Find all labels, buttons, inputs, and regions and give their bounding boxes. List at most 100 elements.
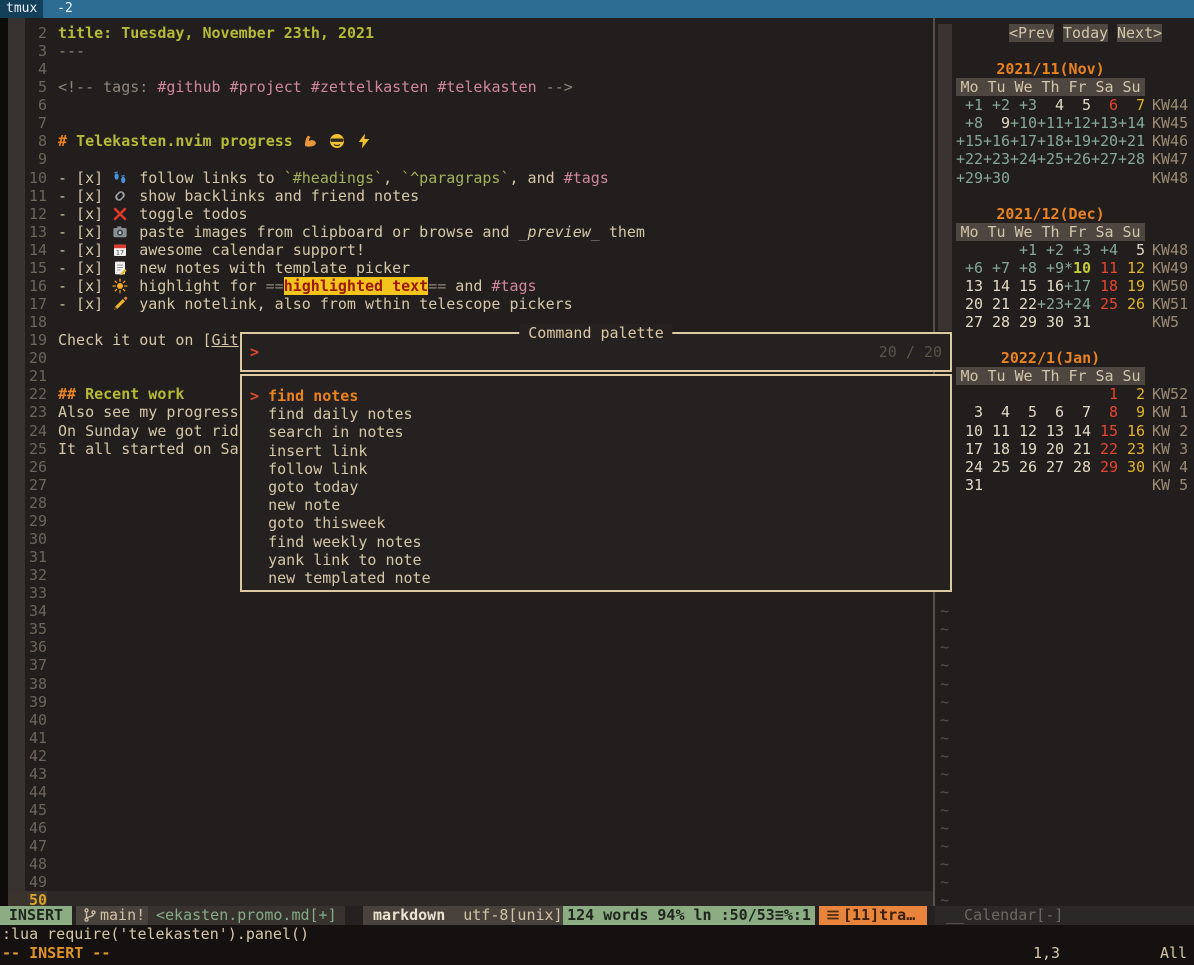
calendar-day[interactable]: 9 xyxy=(983,114,1010,132)
editor-line[interactable]: 41 xyxy=(8,729,933,747)
calendar-day[interactable]: +26 xyxy=(1064,150,1091,168)
calendar-day[interactable]: 30 xyxy=(1118,458,1145,476)
calendar-day[interactable]: 4 xyxy=(1037,96,1064,114)
palette-item[interactable]: > find notes xyxy=(242,387,950,405)
calendar-day[interactable]: 14 xyxy=(983,277,1010,295)
calendar-day[interactable]: 21 xyxy=(1064,440,1091,458)
palette-item[interactable]: find daily notes xyxy=(242,405,950,423)
calendar-day[interactable]: +2 xyxy=(1037,241,1064,259)
editor-line[interactable]: 43 xyxy=(8,765,933,783)
palette-item[interactable]: yank link to note xyxy=(242,551,950,569)
calendar-day[interactable]: 25 xyxy=(1091,295,1118,313)
palette-item[interactable]: new note xyxy=(242,496,950,514)
calendar-day[interactable]: 16 xyxy=(1037,277,1064,295)
calendar-day[interactable]: 21 xyxy=(983,295,1010,313)
editor-line[interactable]: 44 xyxy=(8,783,933,801)
calendar-day[interactable]: +3 xyxy=(1010,96,1037,114)
calendar-day[interactable]: +7 xyxy=(983,259,1010,277)
editor-line[interactable]: 46 xyxy=(8,819,933,837)
calendar-next-button[interactable]: Next> xyxy=(1117,24,1162,42)
calendar-day[interactable]: +8 xyxy=(1010,259,1037,277)
editor-line[interactable]: 18 xyxy=(8,313,933,331)
calendar-day[interactable]: 12 xyxy=(1118,259,1145,277)
calendar-day[interactable]: +17 xyxy=(1064,277,1091,295)
editor-line[interactable]: 48 xyxy=(8,855,933,873)
calendar-day[interactable]: 30 xyxy=(1037,313,1064,331)
buffer-tab[interactable]: [11]tra… xyxy=(819,906,927,925)
editor-line[interactable]: 11- [x] show backlinks and friend notes xyxy=(8,187,933,205)
calendar-day[interactable]: +4 xyxy=(1091,241,1118,259)
calendar-day[interactable]: 26 xyxy=(1118,295,1145,313)
calendar-day[interactable]: +3 xyxy=(1064,241,1091,259)
calendar-day[interactable]: +1 xyxy=(956,96,983,114)
calendar-day[interactable]: +10 xyxy=(1010,114,1037,132)
editor-line[interactable]: 35 xyxy=(8,620,933,638)
calendar-day[interactable]: +14 xyxy=(1118,114,1145,132)
calendar-day[interactable]: 1 xyxy=(1091,385,1118,403)
calendar-day[interactable]: +25 xyxy=(1037,150,1064,168)
editor-line[interactable]: 7 xyxy=(8,114,933,132)
calendar-day[interactable]: 14 xyxy=(1064,422,1091,440)
calendar-day[interactable]: 5 xyxy=(1118,241,1145,259)
calendar-day[interactable]: 22 xyxy=(1010,295,1037,313)
editor-line[interactable]: 10- [x] follow links to `#headings`, `^p… xyxy=(8,169,933,187)
palette-item[interactable]: find weekly notes xyxy=(242,533,950,551)
editor-line[interactable]: 15- [x] new notes with template picker xyxy=(8,259,933,277)
calendar-day[interactable]: +1 xyxy=(1010,241,1037,259)
calendar-day[interactable]: +6 xyxy=(956,259,983,277)
calendar-day[interactable]: +23 xyxy=(983,150,1010,168)
calendar-day[interactable]: +11 xyxy=(1037,114,1064,132)
calendar-day[interactable]: 11 xyxy=(1091,259,1118,277)
calendar-day[interactable]: 6 xyxy=(1037,403,1064,421)
calendar-day[interactable]: 29 xyxy=(1091,458,1118,476)
editor-line[interactable]: 42 xyxy=(8,747,933,765)
editor-line[interactable]: 49 xyxy=(8,873,933,891)
calendar-day[interactable]: 26 xyxy=(1010,458,1037,476)
calendar-day[interactable]: +12 xyxy=(1064,114,1091,132)
calendar-day[interactable]: +30 xyxy=(983,169,1010,187)
palette-item[interactable]: goto thisweek xyxy=(242,514,950,532)
calendar-day[interactable]: +23 xyxy=(1037,295,1064,313)
editor-line[interactable]: 45 xyxy=(8,801,933,819)
calendar-day[interactable]: 23 xyxy=(1118,440,1145,458)
tmux-session-tab[interactable]: tmux xyxy=(0,0,43,18)
calendar-day[interactable]: 19 xyxy=(1010,440,1037,458)
calendar-day[interactable]: 5 xyxy=(1064,96,1091,114)
calendar-day[interactable]: +13 xyxy=(1091,114,1118,132)
calendar-day[interactable]: +16 xyxy=(983,132,1010,150)
calendar-day[interactable]: 16 xyxy=(1118,422,1145,440)
calendar-day[interactable]: 28 xyxy=(1064,458,1091,476)
calendar-day[interactable]: 4 xyxy=(983,403,1010,421)
calendar-today-button[interactable]: Today xyxy=(1063,24,1108,42)
palette-item[interactable]: follow link xyxy=(242,460,950,478)
editor-line[interactable]: 6 xyxy=(8,96,933,114)
calendar-day[interactable]: 25 xyxy=(983,458,1010,476)
editor-line[interactable]: 17- [x] yank notelink, also from wthin t… xyxy=(8,295,933,313)
calendar-day[interactable]: 6 xyxy=(1091,96,1118,114)
calendar-day[interactable]: 29 xyxy=(1010,313,1037,331)
calendar-day[interactable]: +9 xyxy=(1037,259,1064,277)
editor-line[interactable]: 14- [x] 17 awesome calendar support! xyxy=(8,241,933,259)
calendar-day[interactable]: 18 xyxy=(983,440,1010,458)
editor-line[interactable]: 40 xyxy=(8,711,933,729)
calendar-day[interactable]: +19 xyxy=(1064,132,1091,150)
calendar-day[interactable]: +27 xyxy=(1091,150,1118,168)
calendar-day[interactable]: 22 xyxy=(1091,440,1118,458)
calendar-day[interactable]: 19 xyxy=(1118,277,1145,295)
editor-line[interactable]: 37 xyxy=(8,656,933,674)
calendar-day[interactable]: 5 xyxy=(1010,403,1037,421)
editor-line[interactable]: 9 xyxy=(8,150,933,168)
calendar-day[interactable]: +29 xyxy=(956,169,983,187)
calendar-day[interactable]: +17 xyxy=(1010,132,1037,150)
command-line[interactable]: :lua require('telekasten').panel() xyxy=(2,925,1192,944)
calendar-day[interactable]: 31 xyxy=(956,476,983,494)
editor-line[interactable]: 4 xyxy=(8,60,933,78)
calendar-day[interactable]: 11 xyxy=(983,422,1010,440)
calendar-day[interactable]: 12 xyxy=(1010,422,1037,440)
calendar-day[interactable]: 31 xyxy=(1064,313,1091,331)
calendar-day[interactable]: 13 xyxy=(956,277,983,295)
calendar-day[interactable]: +15 xyxy=(956,132,983,150)
calendar-day[interactable]: +22 xyxy=(956,150,983,168)
calendar-day[interactable]: 7 xyxy=(1064,403,1091,421)
editor-line[interactable]: 47 xyxy=(8,837,933,855)
